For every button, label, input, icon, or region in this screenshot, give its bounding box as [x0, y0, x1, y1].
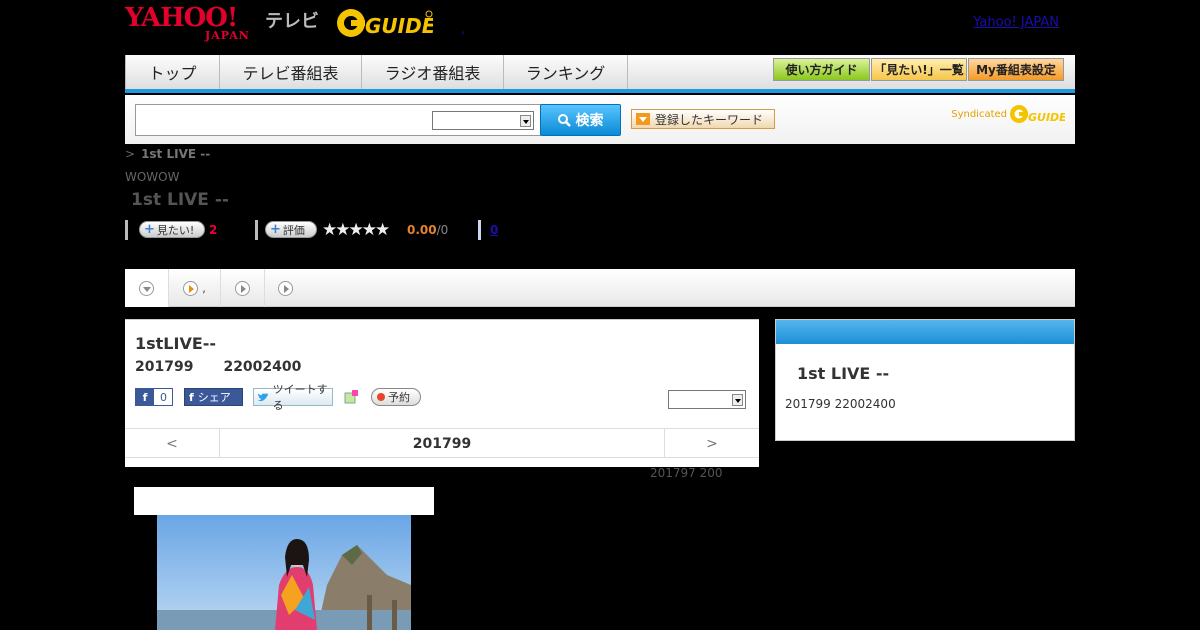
twitter-bird-icon [257, 392, 269, 401]
nav-tab-radio-listings[interactable]: ラジオ番組表 [362, 55, 504, 89]
want-button[interactable]: + 見たい! [139, 221, 205, 238]
syndicated-label: Syndicated [951, 108, 1007, 120]
search-button[interactable]: 検索 [540, 104, 621, 136]
score-total: /0 [436, 223, 449, 237]
detail-time: 22002400 [223, 359, 302, 375]
program-detail-panel: 1stLIVE-- 201799 22002400 f 0 f シェア ツイートす… [125, 319, 759, 467]
facebook-share-button[interactable]: f シェア [184, 388, 243, 406]
plus-icon: + [270, 222, 281, 237]
svg-text:GUIDE: GUIDE [1028, 111, 1065, 124]
tab-collapse[interactable] [125, 269, 169, 307]
registered-keywords-label: 登録したキーワード [655, 112, 764, 127]
registered-keywords-button[interactable]: 登録したキーワード [631, 109, 775, 129]
svg-text:GUIDE: GUIDE [365, 14, 433, 38]
date-pager: < 201799 > [125, 428, 759, 458]
syndicated-gguide-logo: Syndicated GUIDE [951, 103, 1065, 125]
divider [478, 220, 481, 240]
detail-datetime: 201799 22002400 [135, 359, 301, 375]
pager-current-date: 201799 [412, 435, 472, 452]
yahoo-japan-logo[interactable]: YAHOO! JAPAN [125, 5, 250, 42]
reserve-button[interactable]: 予約 [371, 388, 421, 406]
search-icon [557, 113, 571, 127]
side-datetime: 201799 22002400 [785, 397, 896, 411]
side-panel-header [776, 320, 1074, 344]
header-dot: , [461, 22, 465, 36]
tweet-button[interactable]: ツイートする [253, 383, 333, 412]
play-icon [235, 280, 250, 296]
detail-tab-bar: , [125, 269, 1075, 307]
rate-label: 評価 [282, 223, 305, 237]
pager-next[interactable]: > [664, 429, 759, 458]
broadcast-note: 201797 200 [650, 466, 723, 480]
play-icon [183, 280, 199, 296]
program-meta-row: + 見たい! 2 + 評価 ★★★★★ 0.00/0 0 [125, 220, 725, 240]
tab-third[interactable] [221, 269, 265, 307]
search-category-select[interactable] [432, 111, 534, 130]
usage-guide-button[interactable]: 使い方ガイド [773, 58, 870, 81]
facebook-count: 0 [160, 390, 167, 404]
detail-title: 1stLIVE-- [135, 334, 217, 353]
search-bar: 検索 登録したキーワード Syndicated GUIDE [125, 95, 1075, 144]
my-listings-settings-button[interactable]: My番組表設定 [968, 58, 1064, 81]
nav-tab-ranking[interactable]: ランキング [504, 55, 628, 89]
gguide-logo[interactable]: GUIDE [335, 6, 436, 40]
reserve-label: 予約 [388, 391, 410, 404]
tab-second[interactable]: , [169, 269, 221, 307]
record-icon [377, 393, 385, 401]
side-title: 1st LIVE -- [797, 364, 890, 383]
gguide-small-logo-icon: GUIDE [1010, 105, 1065, 124]
share-label: シェア [197, 391, 231, 404]
nav-tab-tv-listings[interactable]: テレビ番組表 [220, 55, 362, 89]
search-button-label: 検索 [575, 113, 604, 129]
program-title: 1st LIVE -- [131, 190, 229, 210]
main-nav: トップ テレビ番組表 ラジオ番組表 ランキング 使い方ガイド 「見たい!」一覧 … [125, 55, 1075, 93]
plus-icon: + [144, 222, 155, 237]
image-caption-box [134, 487, 434, 515]
tv-label[interactable]: テレビ [265, 7, 319, 33]
tab-second-label: , [202, 281, 206, 295]
chevron-down-icon [732, 394, 743, 406]
pager-prev[interactable]: < [125, 429, 220, 458]
nav-tab-top[interactable]: トップ [125, 55, 220, 89]
program-photo [157, 515, 411, 630]
want-list-button[interactable]: 「見たい!」一覧 [871, 58, 967, 81]
divider [125, 220, 128, 240]
rating-score: 0.00/0 [407, 223, 448, 237]
page: YAHOO! JAPAN テレビ GUIDE , Yahoo! JAPAN トッ… [125, 0, 1075, 630]
bookmark-add-icon[interactable] [343, 388, 361, 406]
want-label: 見たい! [156, 223, 195, 237]
rating-stars: ★★★★★ [322, 220, 390, 240]
breadcrumb: >1st LIVE -- [125, 147, 210, 161]
chevron-down-icon [139, 280, 154, 296]
facebook-icon: f [189, 390, 194, 404]
divider [255, 220, 258, 240]
dropdown-arrow-icon [636, 113, 650, 125]
detail-date: 201799 [135, 359, 194, 375]
comments-link[interactable]: 0 [490, 223, 498, 237]
score-value: 0.00 [407, 223, 437, 237]
rate-button[interactable]: + 評価 [265, 221, 317, 238]
tab-fourth[interactable] [265, 269, 305, 307]
site-header: YAHOO! JAPAN テレビ GUIDE , Yahoo! JAPAN [125, 0, 1075, 55]
breadcrumb-separator: > [125, 147, 136, 161]
want-count: 2 [209, 223, 218, 237]
side-panel: 1st LIVE -- 201799 22002400 [775, 319, 1075, 441]
yahoo-japan-link[interactable]: Yahoo! JAPAN [973, 15, 1059, 30]
detail-options-select[interactable] [668, 390, 746, 409]
tweet-label: ツイートする [272, 383, 328, 412]
play-icon [277, 280, 293, 296]
breadcrumb-current: 1st LIVE -- [141, 147, 211, 161]
social-buttons: f 0 f シェア ツイートする 予約 [135, 383, 455, 412]
facebook-like-button[interactable]: f 0 [135, 388, 173, 406]
facebook-icon: f [136, 389, 154, 405]
channel-name[interactable]: WOWOW [125, 170, 180, 184]
chevron-down-icon [520, 115, 531, 127]
